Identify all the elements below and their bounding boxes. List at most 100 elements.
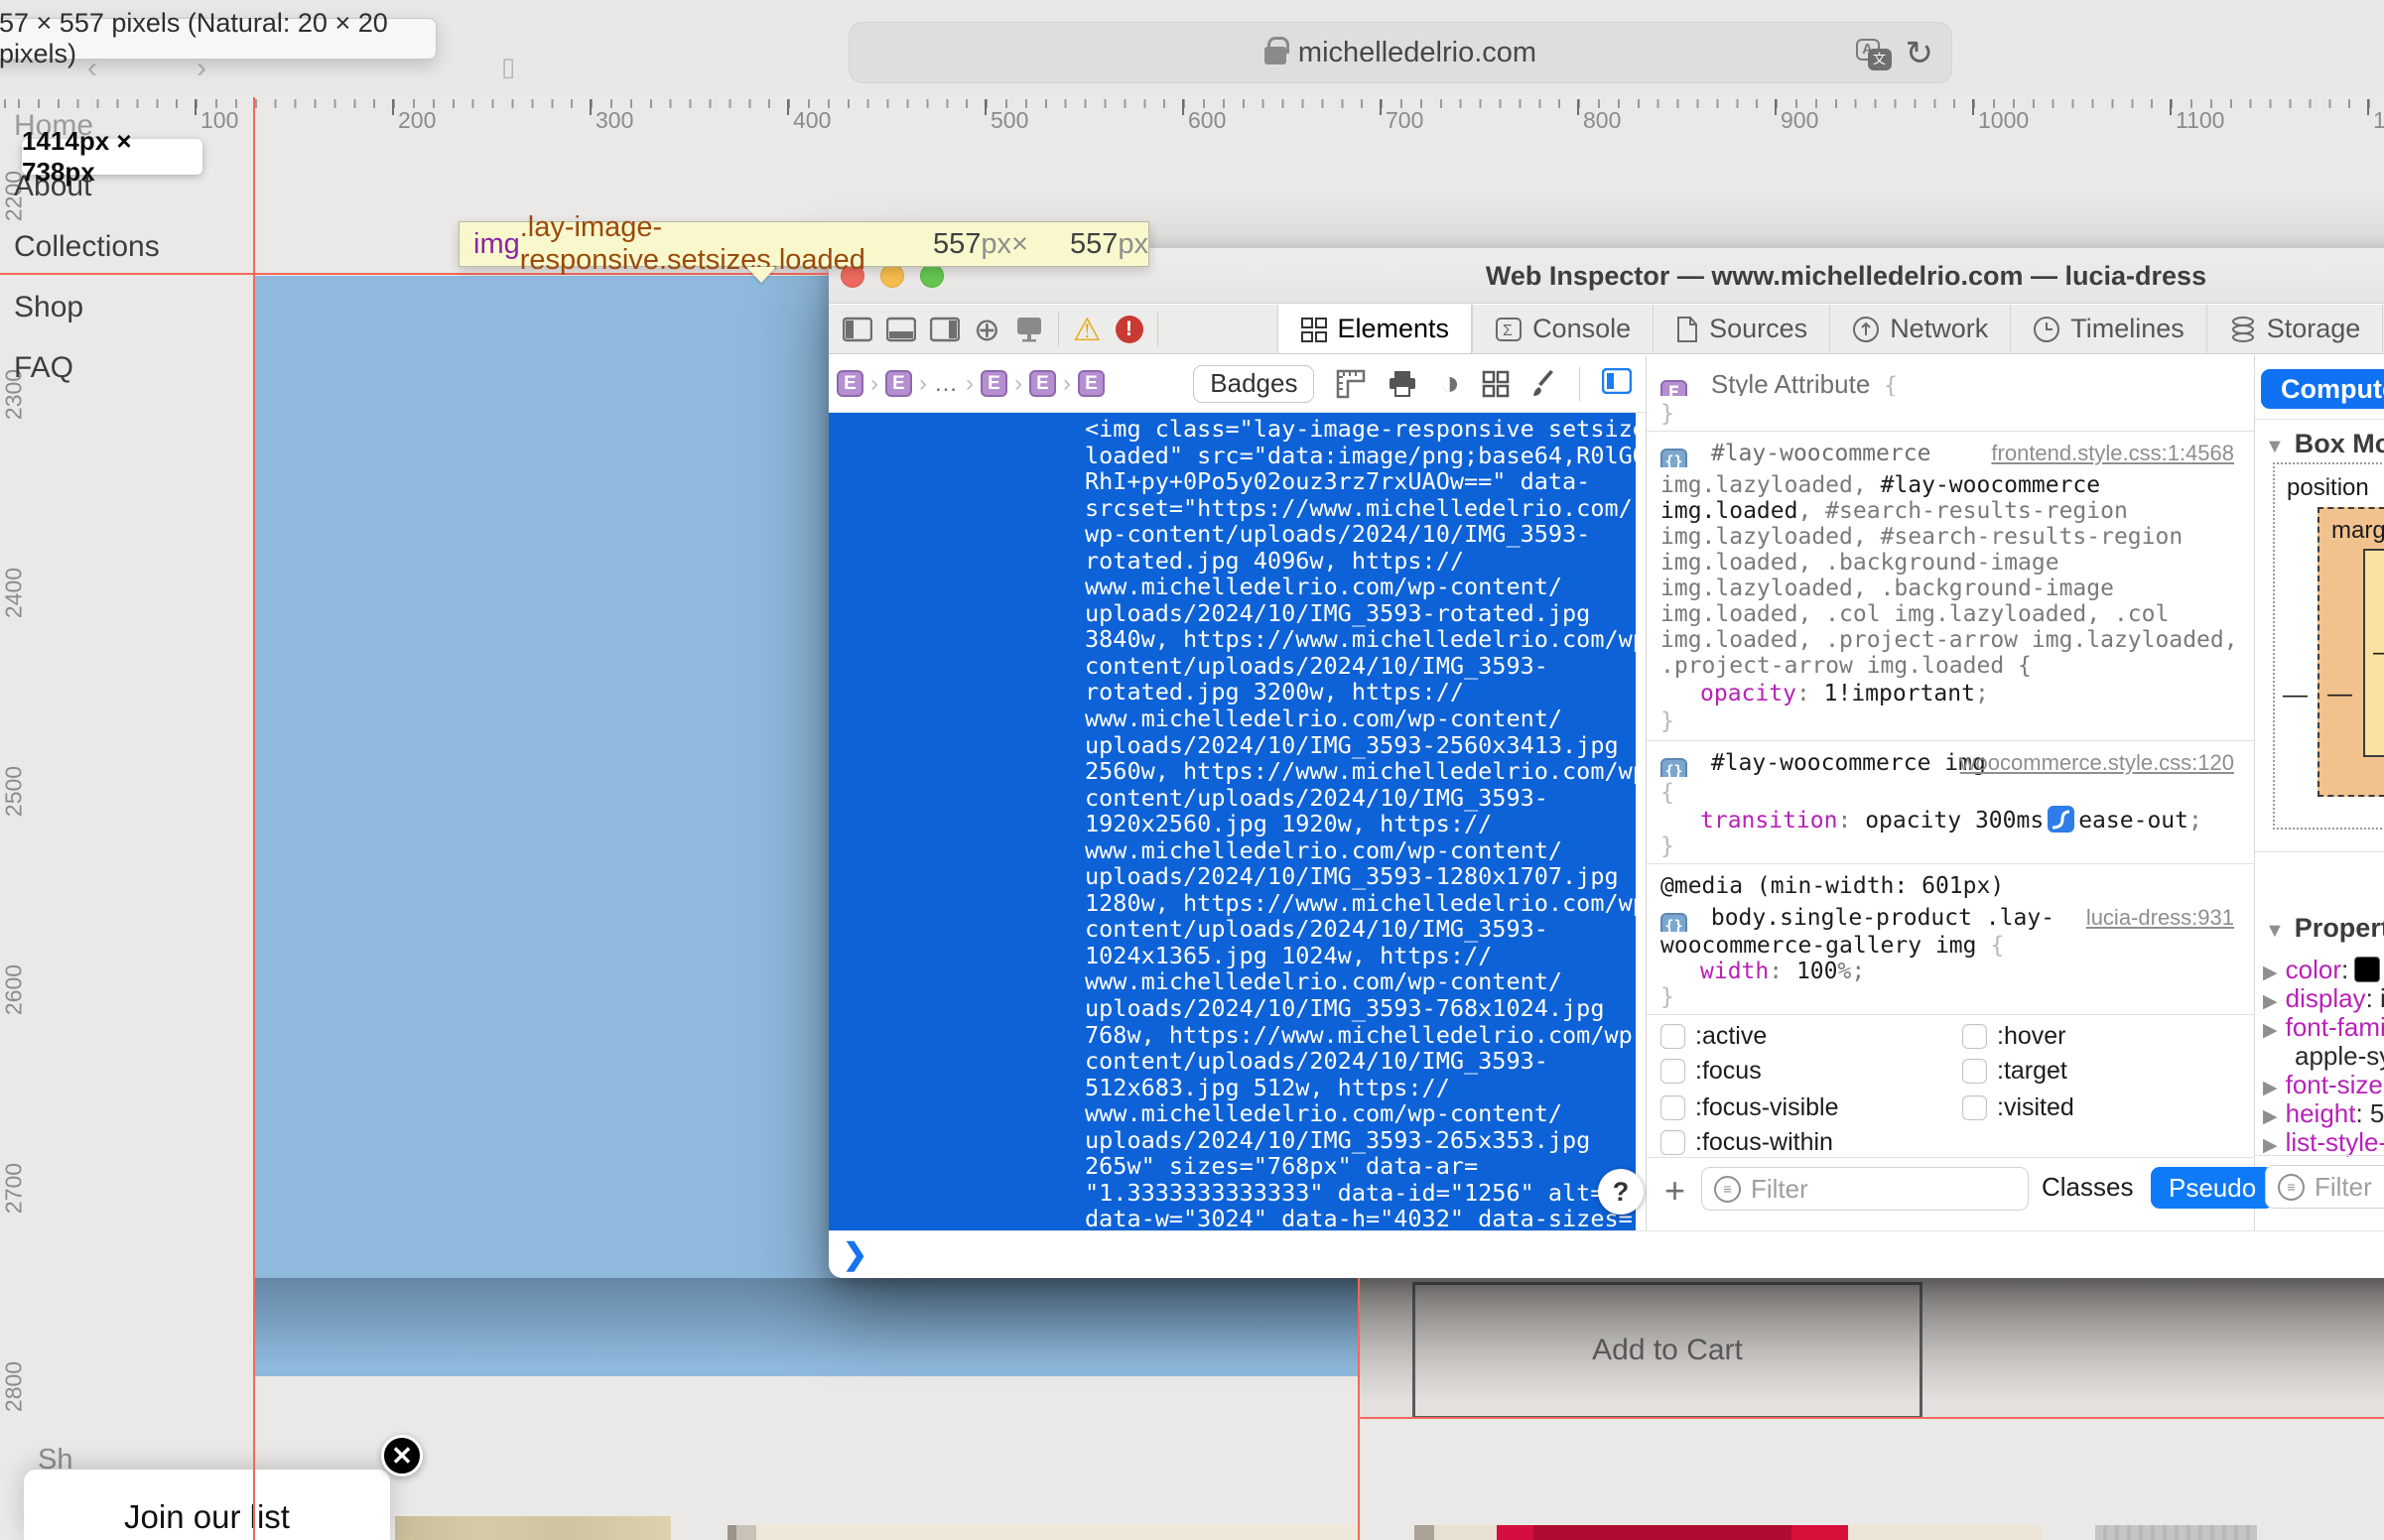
element-picker-icon[interactable]: ⊕ [974, 311, 1000, 348]
tab-network[interactable]: Network [1829, 305, 2010, 353]
dock-right-icon[interactable] [930, 317, 960, 342]
add-to-cart-button[interactable]: Add to Cart [1412, 1282, 1922, 1419]
selected-element-code[interactable]: <img class="lay-image-responsive setsize… [829, 413, 1636, 1230]
tab-storage[interactable]: Storage [2206, 305, 2383, 353]
css-rule-header[interactable]: {} #lay-woocommerce frontend.style.css:1… [1660, 441, 2244, 467]
pseudo-focus-within[interactable]: :focus-within [1660, 1128, 1833, 1157]
styles-filter-input[interactable]: ≡ Filter [1701, 1167, 2029, 1211]
element-badge[interactable]: E [885, 370, 912, 397]
disclosure-triangle-icon[interactable]: ▼ [2265, 436, 2285, 457]
box-model-header[interactable]: ▼Box Mode [2265, 429, 2384, 459]
css-declaration[interactable]: opacity: 1!important; [1660, 681, 2244, 707]
checkbox[interactable] [1660, 1095, 1685, 1120]
ruler-label: 600 [1182, 107, 1226, 134]
computed-property[interactable]: ▶font-fami [2263, 1012, 2384, 1043]
computed-filter-input[interactable]: ≡ Filter [2265, 1165, 2384, 1209]
computed-panel: Computed ▼Box Mode position — marg — — —… [2255, 355, 2384, 1230]
box-model-border-box[interactable]: — — — [2363, 549, 2384, 757]
easing-curve-icon[interactable] [2048, 806, 2074, 833]
tab-sources[interactable]: Sources [1653, 305, 1829, 353]
grid-icon[interactable] [1482, 370, 1510, 398]
help-icon[interactable]: ? [1598, 1169, 1644, 1215]
dock-inspector-icon[interactable] [1602, 368, 1632, 399]
element-badge[interactable]: E [1029, 370, 1056, 397]
element-badge[interactable]: E [981, 370, 1007, 397]
brush-icon[interactable] [1531, 370, 1557, 398]
tab-timelines[interactable]: Timelines [2010, 305, 2206, 353]
sidebar-nav-item[interactable]: Collections [14, 230, 160, 264]
css-source-link[interactable]: woocommerce.style.css:120 [1960, 750, 2234, 776]
newsletter-popup[interactable]: Join our list [24, 1470, 390, 1540]
sidebar-nav-item[interactable]: FAQ [14, 351, 73, 385]
img-element-html[interactable]: <img class="lay-image-responsive setsize… [1085, 416, 1660, 1232]
css-rule-header[interactable]: {} #lay-woocommerce img woocommerce.styl… [1660, 750, 2244, 777]
close-icon[interactable]: ✕ [381, 1435, 423, 1476]
url-bar[interactable]: michelledelrio.com A文 ↻ [849, 22, 1952, 83]
print-icon[interactable] [1388, 370, 1417, 398]
properties-header[interactable]: ▼Propertie [2265, 913, 2384, 944]
computed-tab[interactable]: Computed [2261, 369, 2384, 409]
classes-toggle-button[interactable]: Classes [2042, 1172, 2133, 1203]
product-image-sliver[interactable] [1414, 1525, 2042, 1540]
errors-icon[interactable]: ! [1116, 316, 1143, 343]
css-declaration[interactable]: transition: opacity 300msease-out; [1660, 806, 2244, 833]
dock-left-icon[interactable] [843, 317, 872, 342]
ruler-label: 2700 [1, 1153, 28, 1224]
pseudo-focus-visible[interactable]: :focus-visible [1660, 1093, 1839, 1122]
computed-property[interactable]: ▶list-style- [2263, 1127, 2384, 1158]
pseudo-target[interactable]: :target [1962, 1057, 2067, 1086]
css-source-link[interactable]: frontend.style.css:1:4568 [1991, 441, 2234, 466]
element-badge[interactable]: E [837, 370, 863, 397]
translate-icon[interactable]: A文 [1856, 39, 1892, 68]
dock-bottom-icon[interactable] [886, 317, 916, 342]
checkbox[interactable] [1962, 1024, 1987, 1049]
sidebar-nav-item[interactable]: Shop [14, 291, 83, 324]
ruler-label: 2500 [1, 756, 28, 828]
checkbox[interactable] [1660, 1059, 1685, 1084]
product-image-sliver[interactable] [2095, 1525, 2257, 1540]
product-image-sliver[interactable] [728, 1525, 1359, 1540]
tooltip-caret [746, 267, 776, 283]
css-declaration[interactable]: width: 100%; [1660, 959, 2244, 985]
ruler-label: 700 [1380, 107, 1423, 134]
tab-console[interactable]: Σ Console [1472, 305, 1653, 353]
badges-button[interactable]: Badges [1193, 365, 1314, 403]
element-highlight-tooltip: img.lay-image-responsive.setsizes.loaded… [459, 221, 1149, 267]
ruler-label: 2600 [1, 955, 28, 1026]
element-badge[interactable]: E [1078, 370, 1105, 397]
tab-elements[interactable]: Elements [1277, 305, 1473, 353]
tooltip-width: 557 [933, 228, 981, 261]
css-rule-header[interactable]: {} body.single-product .lay- lucia-dress… [1660, 905, 2244, 932]
computed-property[interactable]: ▶font-size: [2263, 1070, 2384, 1100]
css-source-link[interactable]: lucia-dress:931 [2086, 905, 2234, 931]
sidebar-icon[interactable]: ▯ [501, 52, 515, 82]
device-icon[interactable] [1014, 316, 1044, 343]
warnings-icon[interactable]: ⚠ [1073, 314, 1102, 345]
checkbox[interactable] [1962, 1059, 1987, 1084]
computed-property[interactable]: ▶height: 55 [2263, 1098, 2384, 1129]
quick-console[interactable]: ❯ [829, 1230, 2384, 1278]
pseudo-active[interactable]: :active [1660, 1022, 1767, 1051]
breadcrumb-ellipsis[interactable]: … [934, 370, 959, 398]
pseudo-hover[interactable]: :hover [1962, 1022, 2065, 1051]
checkbox[interactable] [1660, 1130, 1685, 1155]
computed-property[interactable]: ▶color: [2263, 955, 2380, 985]
style-attribute-rule[interactable]: E Style Attribute { [1660, 369, 2244, 396]
guide-line-right [1358, 1278, 1360, 1540]
pseudo-visited[interactable]: :visited [1962, 1093, 2074, 1122]
ruler-label: 1000 [1972, 107, 2029, 134]
checkbox[interactable] [1962, 1095, 1987, 1120]
contrast-icon[interactable]: ◑ [1439, 364, 1460, 403]
elements-navbar: E › E › … › E › E › E Badges [829, 355, 1646, 413]
css-rule-icon: {} [1660, 449, 1687, 468]
product-image-sliver[interactable] [395, 1516, 671, 1540]
ruler-icon[interactable] [1336, 369, 1366, 399]
pseudo-focus[interactable]: :focus [1660, 1057, 1762, 1086]
box-model-position-box[interactable]: position — marg — — — — [2273, 462, 2384, 830]
box-model-margin-box[interactable]: marg — — — — [2318, 507, 2384, 797]
checkbox[interactable] [1660, 1024, 1685, 1049]
add-rule-button[interactable]: + [1664, 1170, 1685, 1212]
breadcrumb[interactable]: E › E › … › E › E › E [829, 370, 1105, 398]
reload-icon[interactable]: ↻ [1906, 34, 1934, 73]
computed-property[interactable]: ▶display: in [2263, 983, 2384, 1014]
